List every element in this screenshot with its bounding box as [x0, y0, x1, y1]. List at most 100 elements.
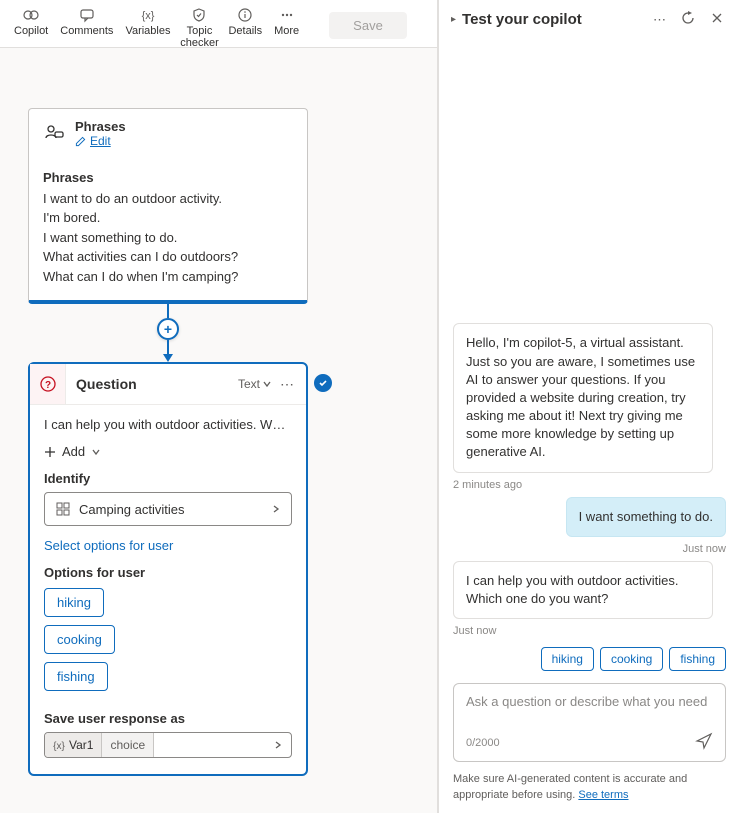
connector: +: [28, 304, 308, 362]
add-node-button[interactable]: +: [157, 318, 179, 340]
see-terms-link[interactable]: See terms: [578, 789, 628, 801]
edit-phrases-link[interactable]: Edit: [75, 134, 111, 148]
send-button[interactable]: [695, 732, 713, 753]
send-icon: [695, 732, 713, 750]
option-chip[interactable]: fishing: [44, 662, 108, 691]
question-type-selector[interactable]: Text: [238, 377, 272, 391]
chat-area: Hello, I'm copilot-5, a virtual assistan…: [439, 39, 740, 671]
suggestion-chip[interactable]: cooking: [600, 647, 663, 671]
phrase-line: What can I do when I'm camping?: [43, 267, 293, 287]
toolbar-topic-checker[interactable]: Topic checker: [176, 4, 222, 51]
options-list: hiking cooking fishing: [44, 588, 292, 699]
svg-text:{x}: {x}: [53, 741, 65, 751]
char-counter: 0/2000: [466, 737, 500, 749]
timestamp: 2 minutes ago: [453, 479, 522, 491]
variable-icon: {x}: [53, 739, 65, 751]
identify-value: Camping activities: [79, 502, 263, 517]
user-message-row: I want something to do.: [453, 497, 726, 537]
variable-selector[interactable]: {x} Var1 choice: [44, 732, 292, 758]
phrase-line: I'm bored.: [43, 208, 293, 228]
caret-right-icon[interactable]: ▸: [451, 14, 456, 25]
question-header: ? Question Text ⋯: [30, 364, 306, 405]
chevron-right-icon: [271, 504, 281, 514]
test-panel-title: Test your copilot: [462, 11, 643, 28]
question-body: I can help you with outdoor activities. …: [30, 405, 306, 774]
toolbar-label: Details: [228, 25, 262, 37]
copilot-icon: [22, 6, 40, 24]
test-panel: ▸ Test your copilot ⋯ Hello, I'm copilot…: [438, 0, 740, 813]
bot-message: Hello, I'm copilot-5, a virtual assistan…: [453, 323, 713, 472]
toolbar-label: Topic checker: [180, 25, 219, 49]
plus-icon: [44, 446, 56, 458]
toolbar-label: Variables: [125, 25, 170, 37]
save-wrap: Save: [329, 12, 407, 39]
toolbar-more[interactable]: More: [268, 4, 305, 39]
option-chip[interactable]: cooking: [44, 625, 115, 654]
save-as-label: Save user response as: [44, 711, 292, 726]
more-icon: [278, 6, 296, 24]
bot-message: I can help you with outdoor activities. …: [453, 561, 713, 619]
chevron-down-icon: [262, 379, 272, 389]
variables-icon: {x}: [139, 6, 157, 24]
options-label: Options for user: [44, 565, 292, 580]
chat-input-placeholder: Ask a question or describe what you need: [466, 694, 713, 728]
question-title: Question: [76, 376, 238, 392]
phrase-line: What activities can I do outdoors?: [43, 247, 293, 267]
phrases-title: Phrases: [75, 119, 126, 134]
phrases-body: Phrases I want to do an outdoor activity…: [29, 160, 307, 301]
phrases-header: Phrases Edit: [29, 109, 307, 160]
panel-more-menu[interactable]: ⋯: [649, 10, 670, 30]
bot-message-row: I can help you with outdoor activities. …: [453, 561, 726, 619]
comment-icon: [78, 6, 96, 24]
toolbar-label: Comments: [60, 25, 113, 37]
suggestion-chip[interactable]: fishing: [669, 647, 726, 671]
bot-message-row: Hello, I'm copilot-5, a virtual assistan…: [453, 323, 726, 472]
chevron-right-icon: [265, 738, 291, 753]
chevron-down-icon: [91, 447, 101, 457]
arrow-down-icon: [163, 354, 173, 362]
disclaimer: Make sure AI-generated content is accura…: [439, 768, 740, 813]
info-icon: [236, 6, 254, 24]
refresh-icon: [680, 10, 696, 26]
left-pane: Copilot Comments {x} Variables Topic che…: [0, 0, 438, 813]
pencil-icon: [75, 136, 86, 147]
identify-selector[interactable]: Camping activities: [44, 492, 292, 526]
topic-checker-icon: [190, 6, 208, 24]
toolbar-comments[interactable]: Comments: [54, 4, 119, 39]
variable-type: choice: [102, 733, 154, 757]
variable-chip: {x} Var1: [45, 733, 102, 757]
toolbar-label: More: [274, 25, 299, 37]
phrases-section-title: Phrases: [43, 170, 293, 185]
suggestion-chip[interactable]: hiking: [541, 647, 594, 671]
phrases-node[interactable]: Phrases Edit Phrases I want to do an out…: [28, 108, 308, 304]
timestamp: Just now: [453, 625, 496, 637]
select-options-link[interactable]: Select options for user: [44, 538, 292, 553]
user-message: I want something to do.: [566, 497, 726, 537]
identify-label: Identify: [44, 471, 292, 486]
svg-text:?: ?: [44, 380, 50, 391]
toolbar-details[interactable]: Details: [222, 4, 268, 39]
success-badge: [314, 374, 332, 392]
node-more-menu[interactable]: ⋯: [280, 376, 294, 393]
toolbar: Copilot Comments {x} Variables Topic che…: [0, 0, 437, 48]
authoring-canvas[interactable]: Phrases Edit Phrases I want to do an out…: [0, 48, 437, 813]
close-panel-button[interactable]: [706, 9, 728, 30]
chat-input[interactable]: Ask a question or describe what you need…: [453, 683, 726, 762]
close-icon: [710, 11, 724, 25]
question-icon: ?: [30, 364, 66, 404]
timestamp: Just now: [683, 543, 726, 555]
test-panel-header: ▸ Test your copilot ⋯: [439, 0, 740, 39]
toolbar-label: Copilot: [14, 25, 48, 37]
toolbar-copilot[interactable]: Copilot: [8, 4, 54, 39]
toolbar-variables[interactable]: {x} Variables: [119, 4, 176, 39]
svg-text:{x}: {x}: [142, 10, 155, 22]
option-chip[interactable]: hiking: [44, 588, 104, 617]
suggestion-row: hiking cooking fishing: [541, 647, 726, 671]
refresh-button[interactable]: [676, 8, 700, 31]
save-button[interactable]: Save: [329, 12, 407, 39]
question-node[interactable]: ? Question Text ⋯ I can help you with ou…: [28, 362, 308, 776]
phrase-line: I want to do an outdoor activity.: [43, 189, 293, 209]
question-prompt[interactable]: I can help you with outdoor activities. …: [44, 417, 292, 432]
chat-person-icon: [43, 122, 65, 147]
add-prompt-button[interactable]: Add: [44, 444, 292, 459]
